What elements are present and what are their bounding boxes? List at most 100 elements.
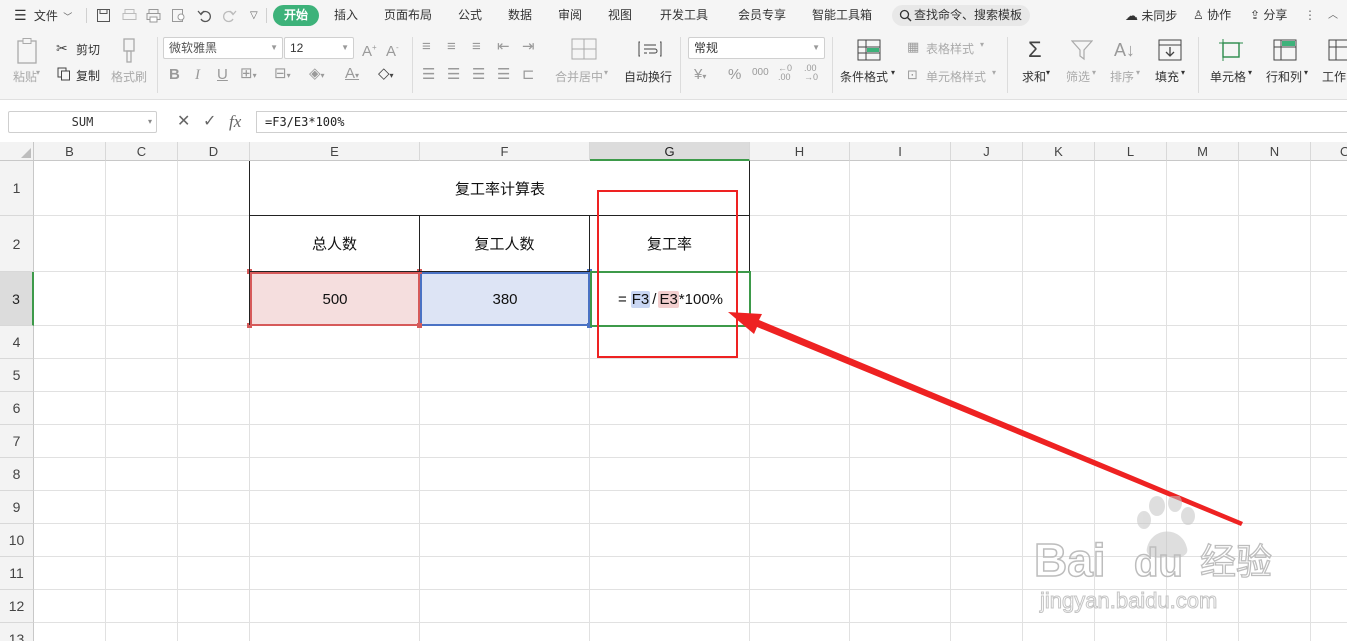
- column-header-g[interactable]: G: [590, 142, 750, 161]
- column-header-k[interactable]: K: [1023, 142, 1095, 161]
- column-header-n[interactable]: N: [1239, 142, 1311, 161]
- fill-button[interactable]: 填充: [1155, 68, 1179, 85]
- merge-center-button[interactable]: 合并居中: [555, 68, 603, 85]
- column-header-f[interactable]: F: [420, 142, 590, 161]
- format-painter-button[interactable]: 格式刷: [111, 68, 147, 85]
- sync-status[interactable]: ☁ 未同步: [1125, 0, 1177, 31]
- tab-developer[interactable]: 开发工具: [660, 0, 708, 31]
- insert-function-button[interactable]: fx: [229, 111, 241, 133]
- collapse-ribbon-icon[interactable]: ︿: [1328, 0, 1338, 31]
- align-middle-icon[interactable]: ≡: [447, 39, 456, 55]
- paste-button[interactable]: 粘贴: [13, 68, 37, 85]
- increase-font-size-icon[interactable]: A+: [362, 40, 377, 60]
- row-header-5[interactable]: 5: [0, 359, 34, 392]
- collaborate-button[interactable]: ♙ 协作: [1193, 0, 1231, 31]
- distributed-align-icon[interactable]: ⊏: [522, 67, 535, 83]
- tab-view[interactable]: 视图: [608, 0, 632, 31]
- align-center-icon[interactable]: ☰: [447, 67, 460, 83]
- print-icon[interactable]: [122, 8, 137, 23]
- fill-color-icon[interactable]: ◈▾: [309, 66, 325, 84]
- fill-icon[interactable]: [1158, 39, 1182, 61]
- sum-button[interactable]: 求和: [1022, 68, 1046, 85]
- sum-icon[interactable]: Σ: [1028, 38, 1042, 62]
- name-box[interactable]: SUM ▾: [8, 111, 157, 133]
- cell-style-icon[interactable]: ⊡: [907, 67, 918, 83]
- format-painter-icon[interactable]: [118, 37, 140, 65]
- percent-icon[interactable]: %: [728, 67, 741, 83]
- italic-icon[interactable]: I: [195, 67, 200, 83]
- underline-icon[interactable]: U: [217, 67, 228, 83]
- worksheet-button[interactable]: 工作: [1322, 68, 1346, 85]
- cancel-formula-icon[interactable]: ✕: [177, 111, 190, 133]
- thousands-separator-icon[interactable]: 000: [752, 65, 769, 81]
- cell-e3-value[interactable]: 500: [250, 272, 420, 326]
- command-search[interactable]: 查找命令、搜索模板: [892, 5, 1030, 26]
- clear-format-icon[interactable]: ◇▾: [378, 66, 394, 84]
- row-header-4[interactable]: 4: [0, 326, 34, 359]
- increase-decimal-icon[interactable]: ←0.00: [778, 64, 792, 82]
- undo-icon[interactable]: [197, 8, 212, 23]
- cell-button[interactable]: 单元格: [1210, 68, 1246, 85]
- confirm-formula-icon[interactable]: ✓: [203, 111, 216, 133]
- align-right-icon[interactable]: ☰: [472, 67, 485, 83]
- column-header-l[interactable]: L: [1095, 142, 1167, 161]
- column-header-e[interactable]: E: [250, 142, 420, 161]
- row-header-2[interactable]: 2: [0, 216, 34, 272]
- row-header-9[interactable]: 9: [0, 491, 34, 524]
- row-header-12[interactable]: 12: [0, 590, 34, 623]
- row-header-6[interactable]: 6: [0, 392, 34, 425]
- wrap-text-button[interactable]: 自动换行: [624, 68, 672, 85]
- customize-quick-access-icon[interactable]: ▽: [250, 0, 258, 31]
- decrease-decimal-icon[interactable]: .00 →0: [804, 64, 818, 82]
- print-preview-icon[interactable]: [171, 8, 186, 23]
- header-total-people[interactable]: 总人数: [250, 216, 419, 271]
- column-header-c[interactable]: C: [106, 142, 178, 161]
- justify-icon[interactable]: ☰: [497, 67, 510, 83]
- font-name-select[interactable]: 微软雅黑 ▼: [163, 37, 283, 59]
- align-left-icon[interactable]: ☰: [422, 67, 435, 83]
- row-header-1[interactable]: 1: [0, 161, 34, 216]
- conditional-format-button[interactable]: 条件格式: [840, 68, 888, 85]
- row-header-8[interactable]: 8: [0, 458, 34, 491]
- formula-input[interactable]: =F3/E3*100%: [256, 111, 1347, 133]
- font-color-icon[interactable]: A▾: [345, 66, 359, 84]
- row-header-10[interactable]: 10: [0, 524, 34, 557]
- table-style-button[interactable]: 表格样式: [926, 40, 974, 57]
- currency-icon[interactable]: ¥▾: [694, 67, 706, 85]
- borders-icon[interactable]: ⊞▾: [240, 66, 257, 84]
- row-header-13[interactable]: 13: [0, 623, 34, 641]
- sort-icon[interactable]: A↓: [1114, 40, 1135, 60]
- align-top-icon[interactable]: ≡: [422, 39, 431, 55]
- decrease-font-size-icon[interactable]: A-: [386, 40, 399, 60]
- bold-icon[interactable]: B: [169, 67, 180, 83]
- cell-icon[interactable]: [1219, 39, 1243, 61]
- align-bottom-icon[interactable]: ≡: [472, 39, 481, 55]
- sort-button[interactable]: 排序: [1110, 68, 1134, 85]
- row-column-button[interactable]: 行和列: [1266, 68, 1302, 85]
- tab-page-layout[interactable]: 页面布局: [384, 0, 432, 31]
- column-header-m[interactable]: M: [1167, 142, 1239, 161]
- table-style-icon[interactable]: ▦: [907, 39, 919, 55]
- paste-icon[interactable]: [15, 37, 41, 65]
- column-header-d[interactable]: D: [178, 142, 250, 161]
- tab-home[interactable]: 开始: [273, 5, 319, 26]
- column-header-b[interactable]: B: [34, 142, 106, 161]
- merge-center-icon[interactable]: [571, 38, 597, 60]
- copy-button[interactable]: 复制: [76, 67, 100, 84]
- tab-smart-toolbox[interactable]: 智能工具箱: [812, 0, 872, 31]
- printer-icon[interactable]: [146, 8, 161, 23]
- tab-member[interactable]: 会员专享: [738, 0, 786, 31]
- column-header-j[interactable]: J: [951, 142, 1023, 161]
- cell-style-icon[interactable]: ⊟▾: [274, 66, 291, 84]
- row-header-7[interactable]: 7: [0, 425, 34, 458]
- wrap-text-icon[interactable]: [637, 38, 663, 60]
- tab-review[interactable]: 审阅: [558, 0, 582, 31]
- filter-button[interactable]: 筛选: [1066, 68, 1090, 85]
- cut-button[interactable]: 剪切: [76, 41, 100, 58]
- column-header-i[interactable]: I: [850, 142, 951, 161]
- column-header-o[interactable]: O: [1311, 142, 1347, 161]
- cell-style-button[interactable]: 单元格样式: [926, 68, 986, 85]
- select-all-corner[interactable]: [0, 142, 34, 161]
- row-header-11[interactable]: 11: [0, 557, 34, 590]
- tab-data[interactable]: 数据: [508, 0, 532, 31]
